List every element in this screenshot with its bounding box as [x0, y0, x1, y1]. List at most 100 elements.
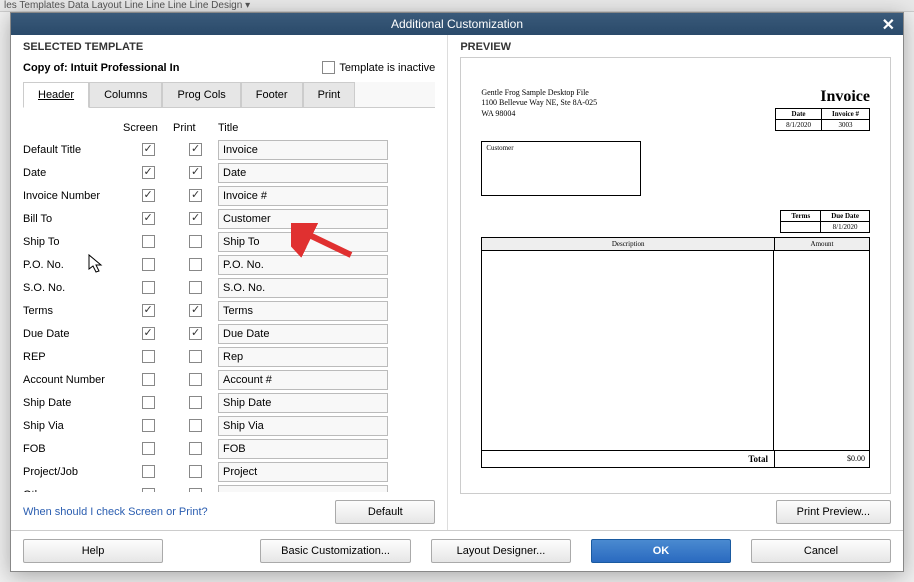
field-label: REP — [23, 351, 123, 363]
screen-checkbox[interactable] — [142, 396, 155, 409]
print-checkbox[interactable] — [189, 373, 202, 386]
tab-footer[interactable]: Footer — [241, 82, 303, 107]
template-inactive-checkbox[interactable]: Template is inactive — [322, 61, 435, 74]
title-input[interactable] — [218, 186, 388, 206]
title-input[interactable] — [218, 232, 388, 252]
tab-columns[interactable]: Columns — [89, 82, 162, 107]
title-input[interactable] — [218, 324, 388, 344]
field-row: Ship To — [23, 230, 435, 253]
print-checkbox[interactable] — [189, 350, 202, 363]
screen-checkbox[interactable] — [142, 350, 155, 363]
title-input[interactable] — [218, 462, 388, 482]
print-preview-button[interactable]: Print Preview... — [776, 500, 891, 524]
background-menu: les Templates Data Layout Line Line Line… — [0, 0, 914, 12]
col-title: Title — [218, 122, 398, 134]
screen-checkbox[interactable] — [142, 281, 155, 294]
close-icon[interactable]: ✕ — [882, 15, 895, 35]
screen-checkbox[interactable] — [142, 488, 155, 492]
field-label: S.O. No. — [23, 282, 123, 294]
print-checkbox[interactable] — [189, 235, 202, 248]
field-label: Ship To — [23, 236, 123, 248]
tab-prog-cols[interactable]: Prog Cols — [162, 82, 240, 107]
print-checkbox[interactable] — [189, 143, 202, 156]
print-checkbox[interactable] — [189, 442, 202, 455]
print-checkbox[interactable] — [189, 189, 202, 202]
dialog-titlebar: Additional Customization ✕ — [11, 13, 903, 35]
print-checkbox[interactable] — [189, 419, 202, 432]
col-screen: Screen — [123, 122, 173, 134]
tab-print[interactable]: Print — [303, 82, 356, 107]
field-label: Default Title — [23, 144, 123, 156]
checkbox-icon[interactable] — [322, 61, 335, 74]
field-row: Ship Via — [23, 414, 435, 437]
screen-checkbox[interactable] — [142, 189, 155, 202]
screen-checkbox[interactable] — [142, 143, 155, 156]
help-button[interactable]: Help — [23, 539, 163, 563]
print-checkbox[interactable] — [189, 465, 202, 478]
title-input[interactable] — [218, 140, 388, 160]
screen-checkbox[interactable] — [142, 235, 155, 248]
field-row: Other — [23, 483, 435, 492]
field-label: Project/Job — [23, 466, 123, 478]
cancel-button[interactable]: Cancel — [751, 539, 891, 563]
print-checkbox[interactable] — [189, 212, 202, 225]
screen-checkbox[interactable] — [142, 373, 155, 386]
field-label: P.O. No. — [23, 259, 123, 271]
print-checkbox[interactable] — [189, 304, 202, 317]
tab-strip: Header Columns Prog Cols Footer Print — [23, 82, 435, 108]
title-input[interactable] — [218, 485, 388, 493]
print-checkbox[interactable] — [189, 258, 202, 271]
preview-total-row: Total $0.00 — [481, 451, 870, 468]
title-input[interactable] — [218, 347, 388, 367]
screen-checkbox[interactable] — [142, 442, 155, 455]
screen-checkbox[interactable] — [142, 212, 155, 225]
print-checkbox[interactable] — [189, 166, 202, 179]
basic-customization-button[interactable]: Basic Customization... — [260, 539, 411, 563]
preview-company-block: Gentle Frog Sample Desktop File 1100 Bel… — [481, 88, 597, 131]
field-row: REP — [23, 345, 435, 368]
field-label: Ship Date — [23, 397, 123, 409]
help-link-screen-print[interactable]: When should I check Screen or Print? — [23, 506, 208, 518]
title-input[interactable] — [218, 209, 388, 229]
print-checkbox[interactable] — [189, 327, 202, 340]
screen-checkbox[interactable] — [142, 327, 155, 340]
screen-checkbox[interactable] — [142, 166, 155, 179]
header-fields-grid: Screen Print Title Default TitleDateInvo… — [23, 118, 435, 492]
title-input[interactable] — [218, 255, 388, 275]
title-input[interactable] — [218, 278, 388, 298]
field-row: Account Number — [23, 368, 435, 391]
field-row: Default Title — [23, 138, 435, 161]
field-label: Bill To — [23, 213, 123, 225]
field-row: Due Date — [23, 322, 435, 345]
title-input[interactable] — [218, 439, 388, 459]
title-input[interactable] — [218, 163, 388, 183]
tab-header[interactable]: Header — [23, 82, 89, 108]
print-checkbox[interactable] — [189, 281, 202, 294]
field-row: Ship Date — [23, 391, 435, 414]
field-label: Account Number — [23, 374, 123, 386]
screen-checkbox[interactable] — [142, 419, 155, 432]
ok-button[interactable]: OK — [591, 539, 731, 563]
screen-checkbox[interactable] — [142, 304, 155, 317]
preview-doc-title: Invoice — [775, 88, 870, 106]
title-input[interactable] — [218, 301, 388, 321]
dialog-footer: Help Basic Customization... Layout Desig… — [11, 530, 903, 571]
default-button[interactable]: Default — [335, 500, 435, 524]
invoice-preview: Gentle Frog Sample Desktop File 1100 Bel… — [460, 57, 891, 494]
field-row: Project/Job — [23, 460, 435, 483]
field-label: Ship Via — [23, 420, 123, 432]
print-checkbox[interactable] — [189, 488, 202, 492]
title-input[interactable] — [218, 416, 388, 436]
screen-checkbox[interactable] — [142, 465, 155, 478]
screen-checkbox[interactable] — [142, 258, 155, 271]
field-row: P.O. No. — [23, 253, 435, 276]
print-checkbox[interactable] — [189, 396, 202, 409]
layout-designer-button[interactable]: Layout Designer... — [431, 539, 571, 563]
title-input[interactable] — [218, 393, 388, 413]
preview-line-body — [481, 251, 870, 451]
field-row: Date — [23, 161, 435, 184]
field-row: S.O. No. — [23, 276, 435, 299]
field-label: Invoice Number — [23, 190, 123, 202]
title-input[interactable] — [218, 370, 388, 390]
field-row: Terms — [23, 299, 435, 322]
